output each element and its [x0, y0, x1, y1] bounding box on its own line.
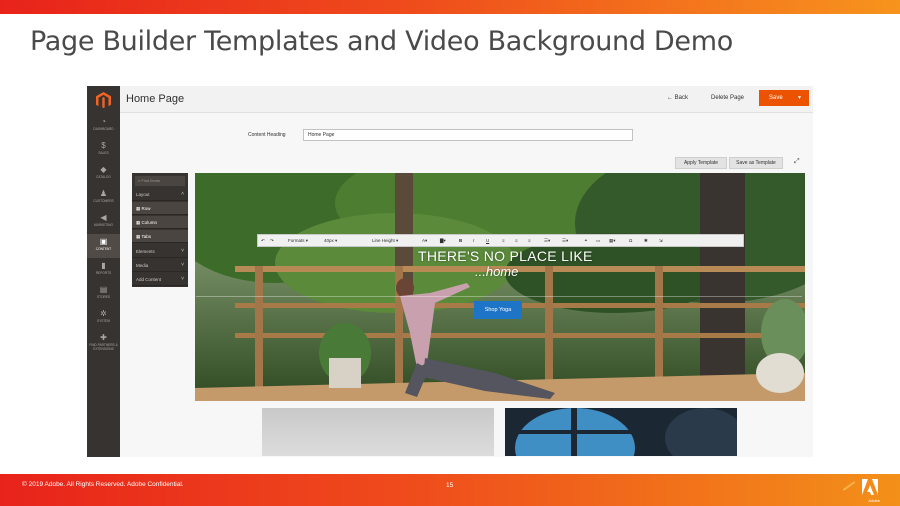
chevron-down-icon: ˅ — [181, 248, 184, 254]
search-icon: ⌕ — [138, 178, 141, 183]
fullscreen-icon[interactable]: ⤢ — [794, 158, 800, 166]
sidebar-item-marketing[interactable]: ◀ Marketing — [87, 210, 120, 234]
admin-screenshot: ◔ Dashboard $ Sales ◆ Catalog ♟ Customer… — [87, 86, 813, 457]
back-button[interactable]: ← Back — [667, 95, 688, 101]
sidebar-item-partners[interactable]: ✚ Find Partners & Extensions — [87, 330, 120, 358]
page-number: 15 — [446, 482, 454, 489]
bullet-list-icon[interactable]: ☰▾ — [562, 238, 568, 244]
slide-title: Page Builder Templates and Video Backgro… — [30, 26, 733, 57]
panel-search-input[interactable]: ⌕ Find Items — [135, 176, 185, 186]
cube-icon: ◆ — [100, 165, 107, 174]
save-button[interactable]: Save ▼ — [759, 90, 809, 106]
page-builder-panel: ⌕ Find Items Layout ˄ ▦ Row ▦ Column ▦ T… — [132, 173, 188, 287]
align-center-icon[interactable]: ≡ — [515, 238, 518, 243]
save-as-template-button[interactable]: Save as Template — [729, 157, 783, 169]
panel-item-tabs[interactable]: ▦ Tabs — [132, 230, 188, 243]
line-height-dropdown[interactable]: Line Height ▾ — [372, 238, 398, 244]
gear-icon: ✲ — [100, 309, 107, 318]
drag-handle-icon: ▦ — [136, 206, 141, 211]
apply-template-button[interactable]: Apply Template — [675, 157, 727, 169]
magento-logo-icon[interactable] — [96, 92, 111, 109]
panel-group-add-content[interactable]: Add Content ˅ — [132, 273, 188, 286]
bold-icon[interactable]: B — [459, 238, 462, 243]
table-icon[interactable]: ▦▾ — [609, 238, 616, 244]
underline-icon[interactable]: U — [486, 238, 489, 243]
sidebar-item-sales[interactable]: $ Sales — [87, 138, 120, 162]
undo-icon[interactable]: ↶ — [261, 238, 265, 244]
store-icon: ▤ — [99, 285, 108, 294]
chevron-down-icon: ˅ — [181, 276, 184, 282]
speedometer-icon: ◔ — [101, 117, 106, 126]
adobe-logo-icon — [862, 479, 878, 495]
preview-tile-left[interactable] — [262, 408, 494, 456]
top-gradient-bar — [0, 0, 900, 14]
footer-bar: © 2019 Adobe. All Rights Reserved. Adobe… — [0, 474, 900, 506]
panel-group-elements[interactable]: Elements ˅ — [132, 245, 188, 258]
sidebar-item-catalog[interactable]: ◆ Catalog — [87, 162, 120, 186]
content-heading-input[interactable]: Home Page — [303, 129, 633, 141]
hero-heading[interactable]: THERE'S NO PLACE LIKE — [418, 248, 593, 264]
sidebar-item-system[interactable]: ✲ System — [87, 306, 120, 330]
panel-group-media[interactable]: Media ˅ — [132, 259, 188, 272]
arrow-left-icon: ← — [667, 95, 673, 101]
page-title: Home Page — [126, 93, 185, 105]
widget-icon[interactable]: ✱ — [644, 238, 648, 244]
preview-tile-right[interactable] — [505, 408, 737, 456]
panel-item-column[interactable]: ▦ Column — [132, 216, 188, 229]
chevron-down-icon: ˅ — [181, 262, 184, 268]
variable-icon[interactable]: ⇲ — [659, 238, 663, 244]
align-left-icon[interactable]: ≡ — [502, 238, 505, 243]
sidebar-item-customers[interactable]: ♟ Customers — [87, 186, 120, 210]
bar-chart-icon: ▮ — [101, 261, 106, 270]
image-icon[interactable]: ▭ — [596, 238, 600, 244]
decorative-slash — [842, 481, 856, 491]
sidebar-item-content[interactable]: ▣ Content — [87, 234, 120, 258]
page-header: Home Page ← Back Delete Page Save ▼ — [120, 86, 813, 113]
align-right-icon[interactable]: ≡ — [528, 238, 531, 243]
row-divider — [196, 296, 802, 297]
adobe-wordmark: Adobe — [868, 498, 880, 503]
formats-dropdown[interactable]: Formats ▾ — [288, 238, 308, 244]
dollar-icon: $ — [101, 141, 106, 150]
yoga-video-background — [195, 173, 805, 401]
slide: Page Builder Templates and Video Backgro… — [0, 0, 900, 506]
content-heading-label: Content Heading — [248, 132, 286, 138]
window-photo — [505, 408, 737, 456]
save-button-label: Save — [769, 95, 783, 101]
drag-handle-icon: ▦ — [136, 220, 141, 225]
font-size-dropdown[interactable]: 40px ▾ — [324, 238, 337, 244]
special-char-icon[interactable]: Ω — [629, 238, 632, 243]
text-color-icon[interactable]: A▾ — [422, 238, 427, 244]
highlight-icon[interactable]: ▇▾ — [440, 238, 446, 244]
video-background-stage[interactable] — [195, 173, 805, 401]
numbered-list-icon[interactable]: ☰▾ — [544, 238, 550, 244]
drag-handle-icon: ▦ — [136, 234, 141, 239]
panel-group-layout[interactable]: Layout ˄ — [132, 188, 188, 201]
redo-icon[interactable]: ↷ — [270, 238, 274, 244]
link-icon[interactable]: ⚭ — [584, 238, 588, 244]
puzzle-icon: ✚ — [100, 333, 107, 342]
person-icon: ♟ — [99, 189, 108, 198]
shop-yoga-button[interactable]: Shop Yoga — [474, 301, 522, 319]
sidebar-item-stores[interactable]: ▤ Stores — [87, 282, 120, 306]
megaphone-icon: ◀ — [100, 213, 107, 222]
caret-down-icon[interactable]: ▼ — [797, 95, 802, 101]
sidebar-item-dashboard[interactable]: ◔ Dashboard — [87, 114, 120, 138]
wysiwyg-toolbar: ↶ ↷ Formats ▾ 40px ▾ Line Height ▾ A▾ ▇▾… — [257, 234, 744, 247]
delete-page-button[interactable]: Delete Page — [711, 95, 744, 101]
sidebar-item-reports[interactable]: ▮ Reports — [87, 258, 120, 282]
admin-sidebar: ◔ Dashboard $ Sales ◆ Catalog ♟ Customer… — [87, 86, 120, 457]
footer-copyright: © 2019 Adobe. All Rights Reserved. Adobe… — [22, 481, 184, 488]
chevron-up-icon: ˄ — [181, 191, 184, 197]
layout-icon: ▣ — [99, 237, 108, 246]
italic-icon[interactable]: I — [473, 238, 474, 243]
panel-item-row[interactable]: ▦ Row — [132, 202, 188, 215]
hero-subheading[interactable]: ...home — [475, 264, 518, 279]
